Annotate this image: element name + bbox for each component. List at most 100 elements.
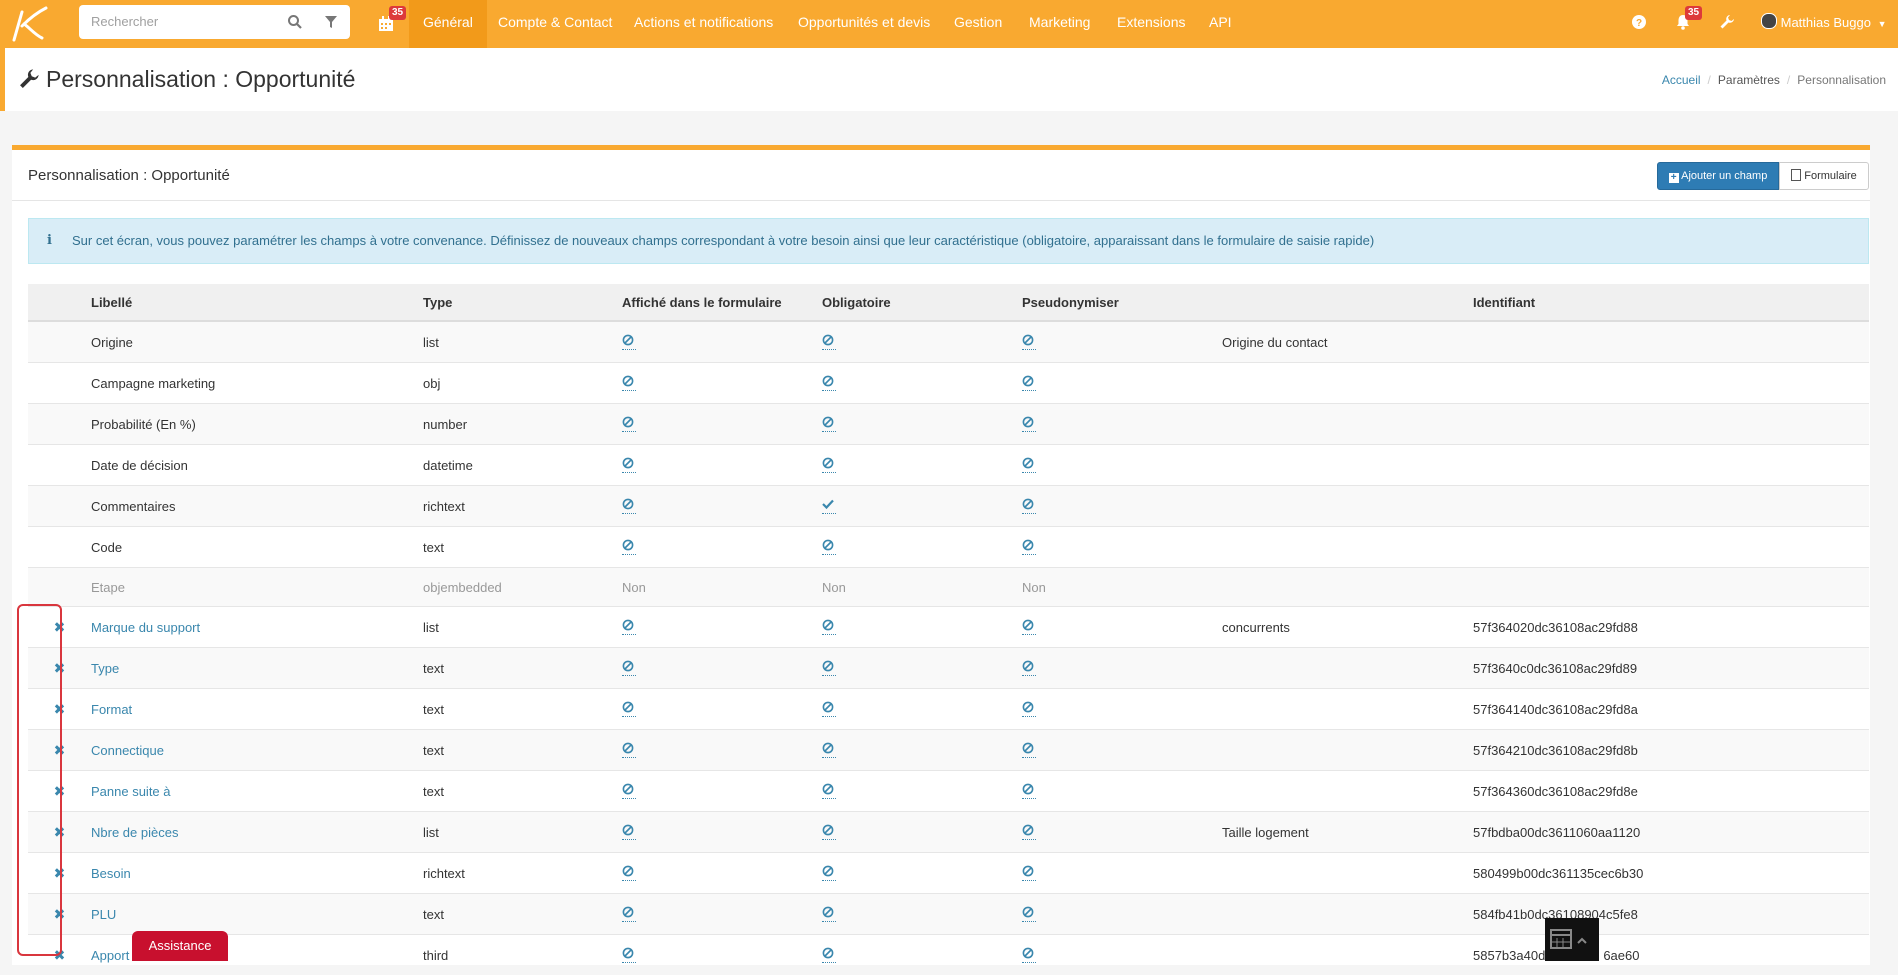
help-icon[interactable]: ? <box>1632 15 1646 34</box>
breadcrumb-accueil[interactable]: Accueil <box>1662 73 1701 87</box>
ban-icon[interactable] <box>822 416 836 432</box>
cell-pseudonymiser <box>1022 853 1222 894</box>
ban-icon[interactable] <box>1022 498 1036 514</box>
ban-icon[interactable] <box>822 539 836 555</box>
cell-identifiant: 57fbdba00dc3611060aa1120 <box>1473 812 1869 853</box>
cell-obligatoire <box>822 935 1022 975</box>
ban-icon[interactable] <box>1022 660 1036 676</box>
ban-icon[interactable] <box>1022 906 1036 922</box>
field-label-link[interactable]: Nbre de pièces <box>91 825 178 840</box>
nav-extensions[interactable]: Extensions <box>1103 0 1199 48</box>
cell-extra <box>1222 689 1473 730</box>
wrench-icon[interactable] <box>1719 14 1735 35</box>
ban-icon[interactable] <box>822 660 836 676</box>
ban-icon[interactable] <box>622 824 636 840</box>
field-label-link[interactable]: Besoin <box>91 866 131 881</box>
ban-icon[interactable] <box>622 619 636 635</box>
cell-extra <box>1222 894 1473 935</box>
ban-icon[interactable] <box>622 539 636 555</box>
ban-icon[interactable] <box>622 375 636 391</box>
assistance-button[interactable]: Assistance <box>132 931 228 961</box>
col-affiche: Affiché dans le formulaire <box>622 284 822 321</box>
cell-obligatoire: Non <box>822 568 1022 607</box>
cell-extra <box>1222 527 1473 568</box>
ban-icon[interactable] <box>622 865 636 881</box>
search-icon[interactable] <box>287 14 303 35</box>
cell-pseudonymiser <box>1022 445 1222 486</box>
nav-api[interactable]: API <box>1195 0 1246 48</box>
ban-icon[interactable] <box>622 906 636 922</box>
check-icon[interactable] <box>822 498 836 514</box>
ban-icon[interactable] <box>822 865 836 881</box>
ban-icon[interactable] <box>822 701 836 717</box>
cell-extra <box>1222 404 1473 445</box>
required-flag: Non <box>822 580 846 595</box>
cell-libelle: Code <box>91 527 423 568</box>
cell-libelle: Campagne marketing <box>91 363 423 404</box>
ban-icon[interactable] <box>822 375 836 391</box>
table-row: ✖Formattext57f364140dc36108ac29fd8a <box>28 689 1869 730</box>
field-extra: Taille logement <box>1222 825 1309 840</box>
field-label-link[interactable]: Type <box>91 661 119 676</box>
cell-pseudonymiser <box>1022 894 1222 935</box>
nav-actions-notifications[interactable]: Actions et notifications <box>620 0 787 48</box>
ban-icon[interactable] <box>822 334 836 350</box>
ban-icon[interactable] <box>1022 457 1036 473</box>
ban-icon[interactable] <box>622 742 636 758</box>
app-logo[interactable] <box>8 4 50 44</box>
ban-icon[interactable] <box>1022 539 1036 555</box>
user-menu[interactable]: Matthias Buggo ▼ <box>1761 0 1887 45</box>
nav-opportunites-devis[interactable]: Opportunités et devis <box>784 0 944 48</box>
nav-gestion[interactable]: Gestion <box>940 0 1016 48</box>
ban-icon[interactable] <box>622 457 636 473</box>
ban-icon[interactable] <box>1022 416 1036 432</box>
calendar-widget[interactable] <box>1545 918 1599 961</box>
ban-icon[interactable] <box>822 906 836 922</box>
ban-icon[interactable] <box>1022 619 1036 635</box>
field-label-link[interactable]: Connectique <box>91 743 164 758</box>
field-label: Date de décision <box>91 458 188 473</box>
cell-identifiant <box>1473 568 1869 607</box>
ban-icon[interactable] <box>622 334 636 350</box>
ban-icon[interactable] <box>622 660 636 676</box>
form-button[interactable]: Formulaire <box>1779 162 1869 190</box>
ban-icon[interactable] <box>822 619 836 635</box>
cell-pseudonymiser <box>1022 812 1222 853</box>
cell-type: text <box>423 894 622 935</box>
ban-icon[interactable] <box>1022 334 1036 350</box>
table-row: Commentairesrichtext <box>28 486 1869 527</box>
field-label-link[interactable]: Apport <box>91 948 129 963</box>
field-label-link[interactable]: PLU <box>91 907 116 922</box>
ban-icon[interactable] <box>822 783 836 799</box>
ban-icon[interactable] <box>1022 783 1036 799</box>
ban-icon[interactable] <box>1022 865 1036 881</box>
search-input[interactable] <box>89 13 273 30</box>
field-label-link[interactable]: Marque du support <box>91 620 200 635</box>
ban-icon[interactable] <box>622 498 636 514</box>
add-field-button[interactable]: + Ajouter un champ <box>1657 162 1779 190</box>
field-id: 5857b3a40d <box>1473 948 1545 963</box>
ban-icon[interactable] <box>622 701 636 717</box>
pseudo-flag: Non <box>1022 580 1046 595</box>
cell-obligatoire <box>822 730 1022 771</box>
field-label-link[interactable]: Format <box>91 702 132 717</box>
filter-icon[interactable] <box>324 15 338 34</box>
ban-icon[interactable] <box>622 416 636 432</box>
ban-icon[interactable] <box>1022 701 1036 717</box>
field-type: richtext <box>423 866 465 881</box>
ban-icon[interactable] <box>822 742 836 758</box>
cell-libelle: Besoin <box>91 853 423 894</box>
nav-compte-contact[interactable]: Compte & Contact <box>484 0 626 48</box>
nav-general[interactable]: Général <box>409 0 487 48</box>
nav-marketing[interactable]: Marketing <box>1015 0 1104 48</box>
ban-icon[interactable] <box>822 824 836 840</box>
ban-icon[interactable] <box>822 457 836 473</box>
ban-icon[interactable] <box>1022 824 1036 840</box>
cell-identifiant <box>1473 404 1869 445</box>
cell-obligatoire <box>822 771 1022 812</box>
row-actions <box>28 527 91 568</box>
field-label-link[interactable]: Panne suite à <box>91 784 171 799</box>
ban-icon[interactable] <box>1022 742 1036 758</box>
ban-icon[interactable] <box>622 783 636 799</box>
ban-icon[interactable] <box>1022 375 1036 391</box>
